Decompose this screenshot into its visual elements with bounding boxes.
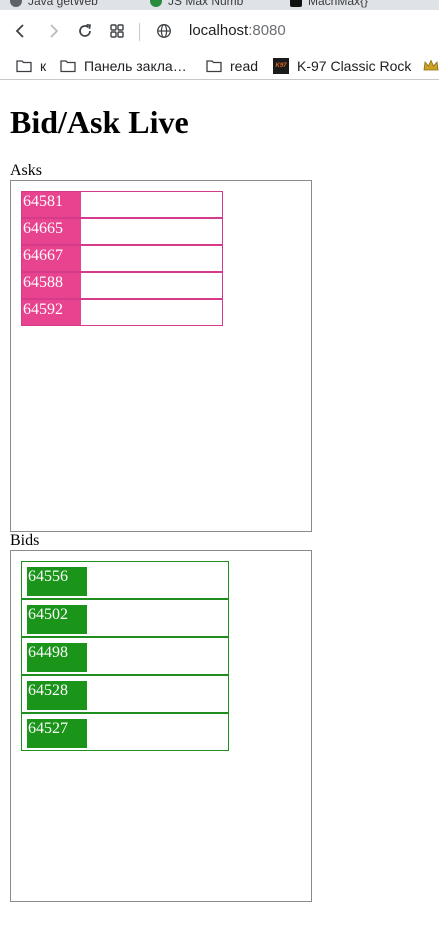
bid-row: 64528: [21, 675, 229, 713]
browser-tab[interactable]: JS Max Numb: [150, 0, 243, 8]
reload-icon: [79, 23, 91, 37]
ask-row: 64588: [21, 272, 223, 299]
ask-row: 64581: [21, 191, 223, 218]
folder-icon: [60, 60, 76, 73]
address-bar[interactable]: localhost:8080: [189, 22, 286, 39]
bid-price: 64527: [27, 719, 87, 748]
ask-row: 64667: [21, 245, 223, 272]
ask-price: 64588: [22, 273, 81, 298]
folder-icon: [206, 60, 222, 73]
back-button[interactable]: [8, 18, 34, 44]
ask-row: 64665: [21, 218, 223, 245]
ask-row: 64592: [21, 299, 223, 326]
bookmark-folder[interactable]: к: [16, 55, 46, 77]
asks-label: Asks: [10, 162, 43, 179]
tab-search-button[interactable]: [104, 18, 130, 44]
url-host: localhost: [189, 22, 249, 39]
globe-icon: [157, 24, 171, 38]
bid-row: 64502: [21, 599, 229, 637]
browser-tab[interactable]: Java getWeb: [10, 0, 98, 8]
grid-icon: [110, 24, 124, 38]
ask-price: 64667: [22, 246, 81, 271]
bids-panel: 64556 64502 64498 64528 64527: [10, 550, 312, 902]
toolbar-divider: [139, 23, 140, 41]
bookmark-label: K-97 Classic Rock: [297, 58, 412, 74]
bookmarks-bar: к Панель закла… read K97 K-97 Classic Ro…: [0, 52, 439, 80]
tab-title: Java getWeb: [28, 0, 98, 8]
bookmark-folder[interactable]: read: [206, 55, 258, 77]
asks-panel: 64581 64665 64667 64588 64592: [10, 180, 312, 532]
bid-price: 64502: [27, 605, 87, 634]
tab-title: MachMax{}: [308, 0, 369, 8]
bids-label: Bids: [10, 532, 40, 549]
url-port: :8080: [248, 22, 286, 39]
bookmark-link[interactable]: K97 K-97 Classic Rock: [273, 55, 411, 77]
bid-row: 64527: [21, 713, 229, 751]
ask-price: 64592: [22, 300, 81, 325]
browser-tab[interactable]: MachMax{}: [290, 0, 368, 8]
bookmark-folder[interactable]: Панель закла…: [60, 55, 187, 77]
tab-strip: Java getWeb JS Max Numb MachMax{}: [0, 0, 439, 10]
tab-title: JS Max Numb: [168, 0, 244, 8]
k97-logo-icon: K97: [273, 58, 289, 74]
browser-toolbar: localhost:8080: [0, 10, 439, 52]
bid-price: 64528: [27, 681, 87, 710]
forward-arrow-icon: [50, 24, 59, 38]
bookmark-overflow[interactable]: [423, 55, 439, 77]
bid-row: 64498: [21, 637, 229, 675]
bookmark-label: Панель закла…: [84, 58, 187, 74]
bid-row: 64556: [21, 561, 229, 599]
ask-price: 64665: [22, 219, 81, 244]
back-arrow-icon: [15, 24, 24, 38]
forward-button[interactable]: [40, 18, 66, 44]
tab-favicon-icon: [290, 0, 302, 7]
bookmark-label: read: [230, 58, 259, 74]
crown-icon: [423, 59, 439, 71]
ask-price: 64581: [22, 192, 81, 217]
bookmark-label: к: [40, 58, 47, 74]
folder-icon: [16, 60, 32, 73]
page-title: Bid/Ask Live: [10, 104, 189, 140]
tab-favicon-icon: [150, 0, 162, 7]
tab-favicon-icon: [10, 0, 22, 7]
site-info-button[interactable]: [151, 18, 177, 44]
reload-button[interactable]: [72, 18, 98, 44]
bid-price: 64498: [27, 643, 87, 672]
bid-price: 64556: [27, 567, 87, 596]
